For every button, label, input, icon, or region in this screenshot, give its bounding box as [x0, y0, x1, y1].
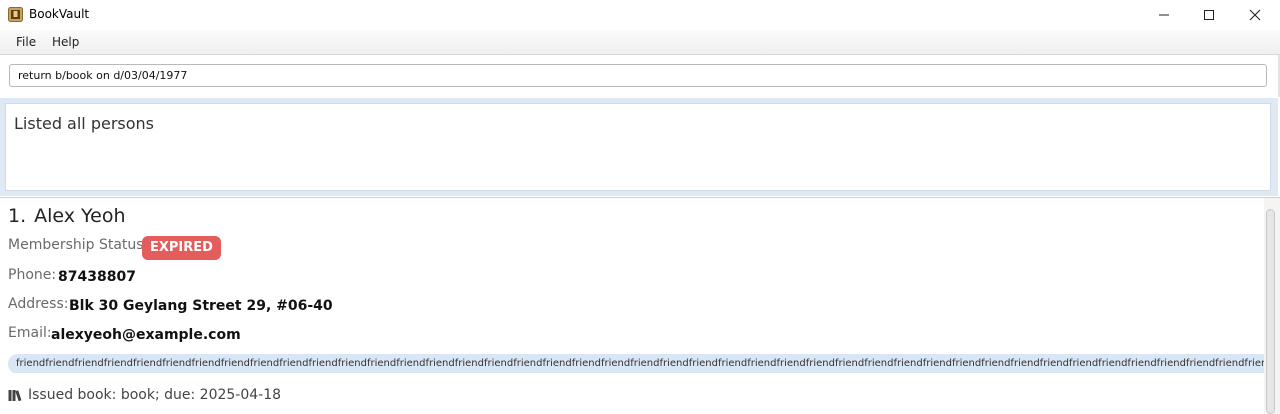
issued-book-row: Issued book: book; due: 2025-04-18	[8, 387, 281, 403]
email-value: alexyeoh@example.com	[51, 327, 241, 343]
list-scrollbar-thumb[interactable]	[1266, 209, 1275, 414]
maximize-button[interactable]	[1186, 0, 1232, 30]
result-display: Listed all persons	[5, 103, 1271, 191]
result-message: Listed all persons	[14, 114, 155, 133]
person-list-panel: 1. Alex Yeoh Membership Status: EXPIRED P…	[0, 197, 1280, 414]
tags-row: friendfriendfriendfriendfriendfriendfrie…	[8, 353, 1264, 373]
command-box-area	[0, 55, 1280, 97]
person-name-text: Alex Yeoh	[34, 205, 126, 227]
address-value: Blk 30 Geylang Street 29, #06-40	[69, 298, 333, 314]
tag-chip: friendfriendfriendfriendfriendfriendfrie…	[8, 354, 1264, 373]
bookvault-app-icon	[8, 7, 23, 22]
phone-value: 87438807	[58, 269, 136, 285]
person-index: 1.	[8, 205, 27, 227]
minimize-icon	[1159, 14, 1169, 16]
minimize-button[interactable]	[1141, 0, 1187, 30]
person-name: 1. Alex Yeoh	[8, 205, 126, 227]
command-input[interactable]	[9, 64, 1267, 87]
close-button[interactable]	[1232, 0, 1278, 30]
books-icon	[8, 390, 22, 401]
menu-file[interactable]: File	[16, 35, 36, 49]
title-bar: BookVault	[0, 0, 1280, 30]
result-display-frame: Listed all persons	[0, 98, 1278, 196]
menu-bar: File Help	[0, 30, 1280, 55]
address-label: Address:	[8, 296, 69, 312]
email-label: Email:	[8, 325, 52, 341]
issued-book-text: Issued book: book; due: 2025-04-18	[28, 387, 282, 403]
membership-label: Membership Status:	[8, 237, 149, 253]
membership-status-badge: EXPIRED	[142, 236, 221, 260]
phone-label: Phone:	[8, 267, 57, 283]
menu-help[interactable]: Help	[52, 35, 79, 49]
close-icon	[1249, 9, 1261, 21]
window-title: BookVault	[29, 7, 90, 21]
maximize-icon	[1204, 10, 1214, 20]
